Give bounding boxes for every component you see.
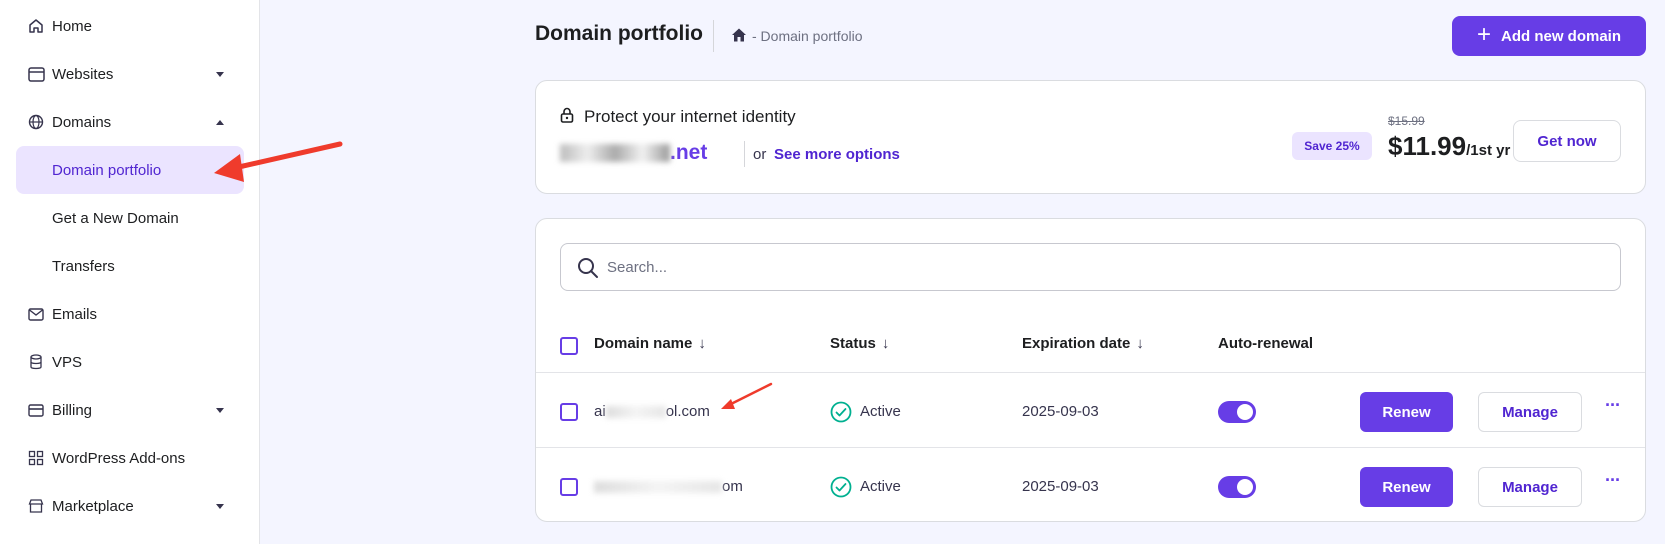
auto-renewal-toggle[interactable] xyxy=(1218,401,1256,423)
column-header-label: Domain name xyxy=(594,335,693,352)
old-price: $15.99 xyxy=(1388,114,1425,128)
row-checkbox[interactable] xyxy=(560,403,578,421)
sidebar-item-home[interactable]: Home xyxy=(0,6,260,46)
sort-arrow-icon: ↓ xyxy=(698,335,706,352)
sidebar-item-emails[interactable]: Emails xyxy=(0,294,260,334)
sidebar-item-get-new-domain[interactable]: Get a New Domain xyxy=(16,194,244,242)
status-text: Active xyxy=(860,478,901,495)
addons-icon xyxy=(27,449,45,467)
manage-button[interactable]: Manage xyxy=(1478,392,1582,432)
new-price: $11.99/1st yr xyxy=(1388,131,1510,162)
expiration-date: 2025-09-03 xyxy=(1022,478,1099,495)
promo-title: Protect your internet identity xyxy=(584,107,796,126)
row-divider xyxy=(536,447,1645,448)
check-circle-icon xyxy=(830,401,852,423)
redacted-text xyxy=(605,406,666,419)
status-text: Active xyxy=(860,403,901,420)
sidebar-item-label: VPS xyxy=(52,353,83,371)
more-options-icon[interactable]: ··· xyxy=(1605,395,1621,416)
sidebar-item-marketplace[interactable]: Marketplace xyxy=(0,486,260,526)
save-badge: Save 25% xyxy=(1292,132,1372,160)
sort-arrow-icon: ↓ xyxy=(881,335,890,352)
new-price-value: $11.99 xyxy=(1388,131,1467,161)
price-period: /1st yr xyxy=(1466,142,1511,159)
domain-name[interactable]: om xyxy=(594,478,743,495)
home-icon[interactable] xyxy=(730,26,748,44)
domain-name-suffix: om xyxy=(722,478,743,495)
sidebar-item-label: Domains xyxy=(52,113,112,131)
auto-renewal-toggle[interactable] xyxy=(1218,476,1256,498)
column-header-label: Expiration date xyxy=(1022,335,1131,352)
column-header-status[interactable]: Status ↓ xyxy=(830,335,889,352)
promo-or-text: or xyxy=(753,146,767,163)
breadcrumb: - Domain portfolio xyxy=(752,28,863,44)
sidebar-item-wordpress-addons[interactable]: WordPress Add-ons xyxy=(0,438,260,478)
sidebar-item-websites[interactable]: Websites xyxy=(0,54,260,94)
sidebar-item-label: WordPress Add-ons xyxy=(52,449,186,467)
promo-divider xyxy=(744,141,745,167)
mail-icon xyxy=(27,305,45,323)
column-header-label: Auto-renewal xyxy=(1218,335,1314,352)
sidebar-item-domain-portfolio[interactable]: Domain portfolio xyxy=(16,146,244,194)
sidebar-item-label: Emails xyxy=(52,305,98,323)
sidebar-item-label: Billing xyxy=(52,401,93,419)
column-header-domain[interactable]: Domain name ↓ xyxy=(594,335,706,352)
sidebar: Home Websites Domains Domain portfolio G… xyxy=(0,0,260,544)
card-icon xyxy=(27,401,45,419)
sidebar-item-label: Websites xyxy=(52,65,114,83)
sidebar-item-label: Home xyxy=(52,17,93,35)
sidebar-item-vps[interactable]: VPS xyxy=(0,342,260,382)
page-title: Domain portfolio xyxy=(535,22,703,45)
sidebar-item-label: Transfers xyxy=(52,257,115,275)
header-divider xyxy=(713,20,714,52)
redacted-text xyxy=(594,481,722,494)
get-now-button[interactable]: Get now xyxy=(1513,120,1621,162)
globe-icon xyxy=(27,113,45,131)
add-new-domain-button[interactable]: + Add new domain xyxy=(1452,16,1646,56)
promo-card: Protect your internet identity .net or S… xyxy=(535,80,1646,194)
promo-domain-tld: .net xyxy=(670,141,708,164)
plus-icon: + xyxy=(1476,21,1491,48)
browser-icon xyxy=(27,65,45,83)
sidebar-item-label: Get a New Domain xyxy=(52,209,179,227)
row-checkbox[interactable] xyxy=(560,478,578,496)
see-more-options-link[interactable]: See more options xyxy=(774,146,900,163)
redacted-text xyxy=(560,144,670,163)
select-all-checkbox[interactable] xyxy=(560,337,578,355)
search-icon xyxy=(577,257,599,279)
domain-name[interactable]: ai ol.com xyxy=(594,403,710,420)
sidebar-item-label: Domain portfolio xyxy=(52,161,162,179)
chevron-down-icon xyxy=(216,71,224,77)
search-input[interactable] xyxy=(607,245,1607,289)
renew-button[interactable]: Renew xyxy=(1360,392,1453,432)
sidebar-item-label: Marketplace xyxy=(52,497,134,515)
row-divider xyxy=(536,372,1645,373)
sidebar-item-transfers[interactable]: Transfers xyxy=(16,242,244,290)
chevron-down-icon xyxy=(216,407,224,413)
lock-icon xyxy=(560,107,574,123)
promo-domain: .net xyxy=(560,141,707,165)
renew-button[interactable]: Renew xyxy=(1360,467,1453,507)
server-icon xyxy=(27,353,45,371)
manage-button[interactable]: Manage xyxy=(1478,467,1582,507)
sidebar-item-billing[interactable]: Billing xyxy=(0,390,260,430)
expiration-date: 2025-09-03 xyxy=(1022,403,1099,420)
domain-name-prefix: ai xyxy=(594,403,606,420)
sidebar-item-domains[interactable]: Domains xyxy=(0,102,260,142)
column-header-label: Status xyxy=(830,335,876,352)
column-header-expiration[interactable]: Expiration date ↓ xyxy=(1022,335,1144,352)
column-header-auto-renewal: Auto-renewal xyxy=(1218,335,1313,352)
search-box[interactable] xyxy=(560,243,1621,291)
add-new-domain-label: Add new domain xyxy=(1501,27,1621,45)
chevron-down-icon xyxy=(216,503,224,509)
domain-name-suffix: ol.com xyxy=(665,403,710,420)
home-icon xyxy=(27,17,45,35)
store-icon xyxy=(27,497,45,515)
check-circle-icon xyxy=(830,476,852,498)
domains-table-card: Domain name ↓ Status ↓ Expiration date ↓ Au… xyxy=(535,218,1646,522)
sort-arrow-icon: ↓ xyxy=(1136,335,1144,352)
more-options-icon[interactable]: ··· xyxy=(1605,470,1621,491)
chevron-up-icon xyxy=(216,119,224,125)
